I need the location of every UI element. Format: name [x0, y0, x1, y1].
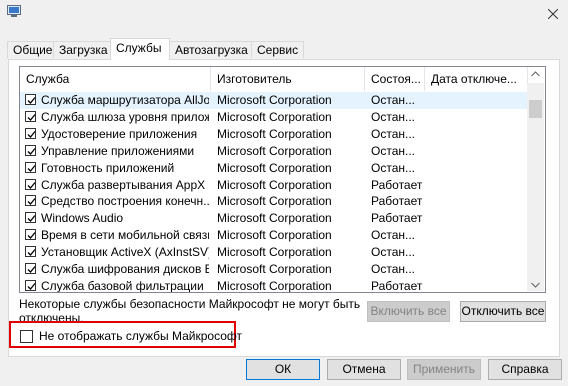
service-name: Удостоверение приложения: [41, 126, 198, 141]
service-checkbox[interactable]: [25, 279, 36, 291]
service-checkbox[interactable]: [25, 144, 36, 156]
checkmark-icon: [27, 113, 36, 121]
table-row[interactable]: Служба базовой фильтрации Microsoft Corpo…: [20, 278, 528, 293]
checkmark-icon: [27, 282, 36, 290]
tab-services[interactable]: Службы: [110, 38, 170, 60]
service-checkbox[interactable]: [25, 110, 36, 122]
checkmark-icon: [27, 181, 36, 189]
service-manufacturer: Microsoft Corporation: [217, 93, 332, 107]
hide-microsoft-services-label[interactable]: Не отображать службы Майкрософт: [39, 329, 242, 343]
service-manufacturer: Microsoft Corporation: [217, 262, 332, 276]
service-name: Служба шлюза уровня прилож...: [41, 109, 209, 124]
services-list[interactable]: Служба Изготовитель Состоя... Дата отклю…: [19, 66, 546, 293]
checkmark-icon: [27, 215, 36, 223]
table-row[interactable]: Управление приложениями Microsoft Corpora…: [20, 143, 528, 160]
service-manufacturer: Microsoft Corporation: [217, 143, 332, 158]
service-checkbox[interactable]: [25, 246, 36, 258]
service-status: Остан...: [371, 143, 415, 158]
service-name: Управление приложениями: [41, 143, 195, 158]
table-row[interactable]: Средство построения конечн... Microsoft C…: [20, 193, 528, 210]
service-manufacturer: Microsoft Corporation: [217, 177, 332, 192]
service-manufacturer: Microsoft Corporation: [217, 194, 332, 209]
scroll-thumb[interactable]: [529, 100, 542, 118]
service-status: Остан...: [371, 262, 415, 276]
tab-boot[interactable]: Загрузка: [53, 41, 112, 58]
app-icon: [7, 5, 21, 17]
column-header-manufacturer[interactable]: Изготовитель: [211, 67, 365, 91]
table-row[interactable]: Служба маршрутизатора AllJoyn Microsoft C…: [20, 92, 528, 109]
column-header-status[interactable]: Состоя...: [365, 67, 425, 91]
service-status: Работает: [371, 211, 423, 226]
service-status: Остан...: [371, 93, 415, 107]
service-name: Служба маршрутизатора AllJoyn: [41, 93, 209, 107]
service-status: Работает: [371, 177, 423, 192]
service-status: Работает: [371, 194, 423, 209]
service-status: Остан...: [371, 109, 415, 124]
service-name: Готовность приложений: [41, 160, 175, 175]
apply-button[interactable]: Применить: [407, 359, 481, 380]
column-header-disable-date[interactable]: Дата отключе...: [425, 67, 528, 91]
service-checkbox[interactable]: [25, 195, 36, 207]
service-checkbox[interactable]: [25, 161, 36, 173]
service-manufacturer: Microsoft Corporation: [217, 126, 332, 141]
service-status: Остан...: [371, 126, 415, 141]
service-name: Windows Audio: [41, 211, 124, 226]
service-status: Остан...: [371, 160, 415, 175]
table-row[interactable]: Служба развертывания AppX (... Microsoft …: [20, 177, 528, 194]
table-row[interactable]: Windows Audio Microsoft Corporation Работа…: [20, 210, 528, 227]
table-row[interactable]: Служба шлюза уровня прилож... Microsoft C…: [20, 109, 528, 126]
service-checkbox[interactable]: [25, 178, 36, 190]
checkmark-icon: [27, 97, 36, 104]
close-icon: [548, 9, 558, 19]
service-manufacturer: Microsoft Corporation: [217, 109, 332, 124]
checkmark-icon: [27, 198, 36, 206]
service-checkbox[interactable]: [25, 94, 36, 105]
close-button[interactable]: [538, 0, 568, 28]
table-row[interactable]: Установщик ActiveX (AxInstSV) Microsoft C…: [20, 244, 528, 261]
checkmark-icon: [27, 164, 36, 172]
service-name: Служба базовой фильтрации: [41, 278, 204, 293]
table-row[interactable]: Время в сети мобильной связи Microsoft Co…: [20, 227, 528, 244]
service-status: Остан...: [371, 228, 415, 243]
service-manufacturer: Microsoft Corporation: [217, 278, 332, 293]
table-row[interactable]: Служба шифрования дисков Bi... Microsoft …: [20, 261, 528, 278]
service-checkbox[interactable]: [25, 263, 36, 274]
checkmark-icon: [27, 266, 36, 273]
service-checkbox[interactable]: [25, 229, 36, 241]
checkmark-icon: [27, 147, 36, 155]
scroll-down-icon[interactable]: [531, 282, 540, 288]
scroll-up-icon[interactable]: [531, 71, 540, 77]
service-manufacturer: Microsoft Corporation: [217, 160, 332, 175]
ok-button[interactable]: ОК: [246, 359, 320, 380]
cancel-button[interactable]: Отмена: [327, 359, 401, 380]
tab-startup[interactable]: Автозагрузка: [169, 41, 252, 58]
service-name: Время в сети мобильной связи: [41, 228, 209, 243]
service-name: Служба шифрования дисков Bi...: [41, 262, 209, 276]
service-manufacturer: Microsoft Corporation: [217, 228, 332, 243]
enable-all-button[interactable]: Включить все: [367, 301, 450, 322]
tab-tools[interactable]: Сервис: [251, 41, 304, 58]
help-button[interactable]: Справка: [488, 359, 562, 380]
service-status: Остан...: [371, 245, 415, 260]
service-status: Работает: [371, 278, 423, 293]
table-row[interactable]: Готовность приложений Microsoft Corporati…: [20, 160, 528, 177]
tab-general[interactable]: Общие: [7, 41, 54, 58]
disable-all-button[interactable]: Отключить все: [460, 301, 546, 322]
service-manufacturer: Microsoft Corporation: [217, 211, 332, 226]
service-name: Средство построения конечн...: [41, 194, 209, 209]
checkmark-icon: [27, 249, 36, 257]
checkmark-icon: [27, 232, 36, 240]
checkmark-icon: [27, 130, 36, 138]
column-header-service[interactable]: Служба: [20, 67, 211, 91]
service-name: Служба развертывания AppX (...: [41, 177, 209, 192]
service-name: Установщик ActiveX (AxInstSV): [41, 245, 209, 260]
service-manufacturer: Microsoft Corporation: [217, 245, 332, 260]
service-checkbox[interactable]: [25, 127, 36, 139]
service-checkbox[interactable]: [25, 212, 36, 224]
hide-microsoft-services-checkbox[interactable]: [20, 330, 33, 343]
table-row[interactable]: Удостоверение приложения Microsoft Corpor…: [20, 126, 528, 143]
